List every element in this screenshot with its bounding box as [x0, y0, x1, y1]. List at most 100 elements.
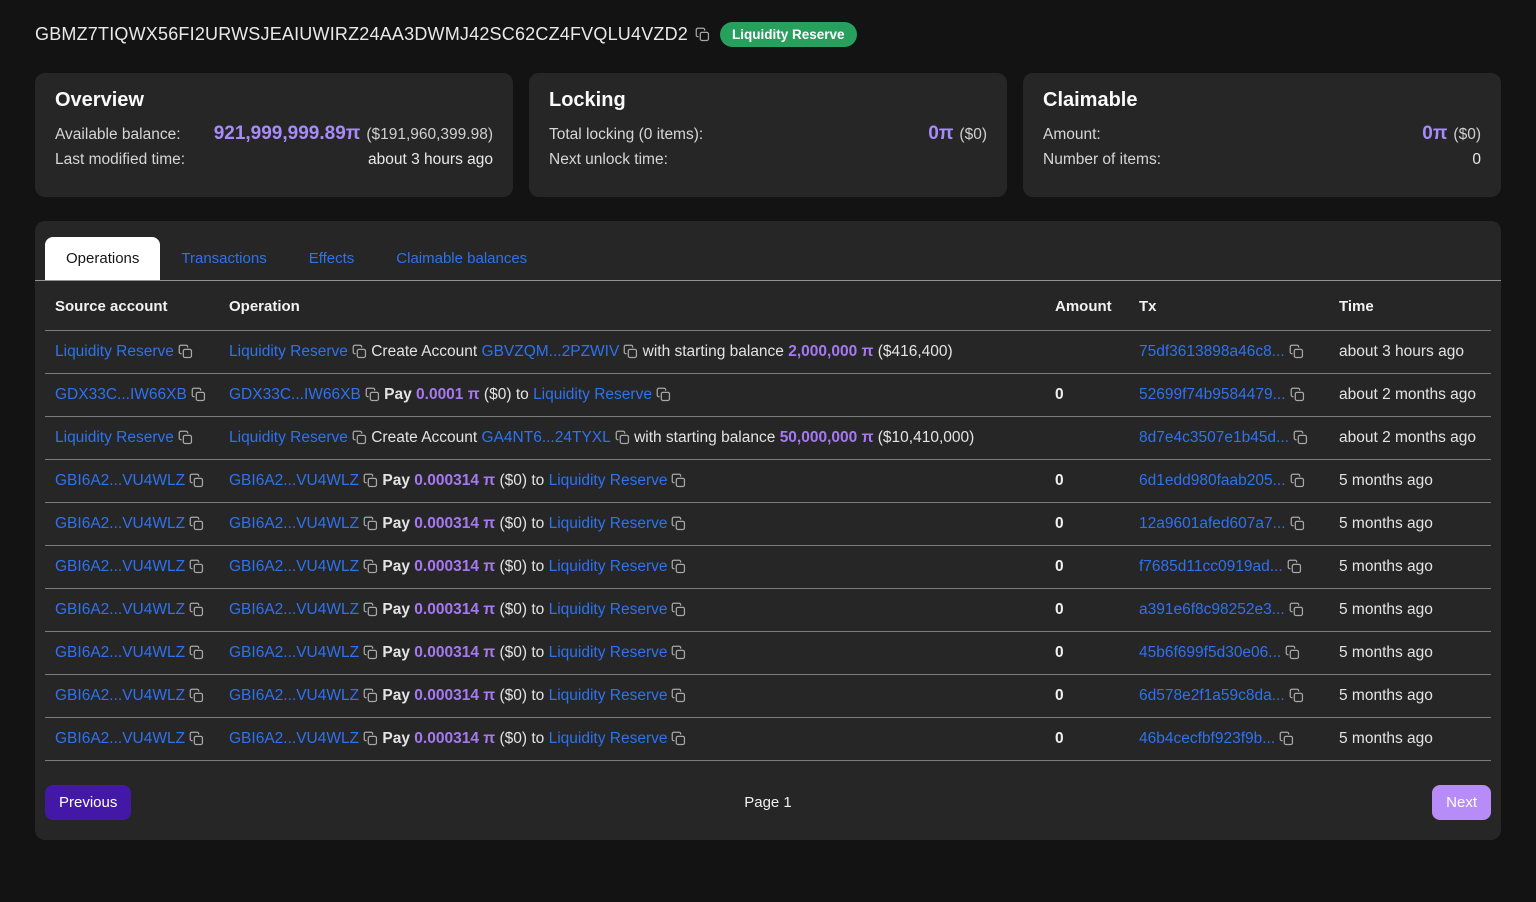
copy-icon[interactable] — [365, 387, 380, 402]
account-link[interactable]: Liquidity Reserve — [229, 429, 348, 446]
account-link[interactable]: GBI6A2...VU4WLZ — [229, 644, 359, 661]
copy-account-id-icon[interactable] — [695, 27, 710, 42]
account-link[interactable]: Liquidity Reserve — [549, 687, 668, 704]
copy-icon[interactable] — [615, 430, 630, 445]
copy-icon[interactable] — [189, 473, 204, 488]
time-cell: 5 months ago — [1329, 589, 1491, 632]
account-link[interactable]: Liquidity Reserve — [549, 515, 668, 532]
copy-icon[interactable] — [178, 430, 193, 445]
available-balance-row: Available balance: 921,999,999.89π($191,… — [55, 123, 493, 151]
copy-icon[interactable] — [178, 344, 193, 359]
copy-icon[interactable] — [352, 344, 367, 359]
account-link[interactable]: GBI6A2...VU4WLZ — [229, 687, 359, 704]
copy-icon[interactable] — [191, 387, 206, 402]
account-link[interactable]: GBI6A2...VU4WLZ — [229, 472, 359, 489]
copy-icon[interactable] — [1290, 387, 1305, 402]
account-link[interactable]: GDX33C...IW66XB — [229, 386, 361, 403]
tx-link[interactable]: 52699f74b9584479... — [1139, 386, 1286, 403]
tab-transactions[interactable]: Transactions — [160, 237, 287, 280]
account-link[interactable]: GBI6A2...VU4WLZ — [229, 558, 359, 575]
operations-panel: Operations Transactions Effects Claimabl… — [35, 221, 1501, 840]
amount-cell: 0 — [1045, 675, 1129, 718]
account-link[interactable]: Liquidity Reserve — [549, 558, 668, 575]
operation-verb: Pay — [382, 558, 410, 575]
account-link[interactable]: Liquidity Reserve — [229, 343, 348, 360]
account-link[interactable]: Liquidity Reserve — [549, 730, 668, 747]
tx-link[interactable]: 75df3613898a46c8... — [1139, 343, 1285, 360]
copy-icon[interactable] — [1290, 516, 1305, 531]
source-account-link[interactable]: Liquidity Reserve — [55, 343, 174, 360]
tab-claimable-balances[interactable]: Claimable balances — [375, 237, 548, 280]
account-link[interactable]: Liquidity Reserve — [549, 472, 668, 489]
table-row: GBI6A2...VU4WLZGBI6A2...VU4WLZ Pay 0.000… — [45, 589, 1491, 632]
next-button[interactable]: Next — [1432, 785, 1491, 820]
tx-link[interactable]: 8d7e4c3507e1b45d... — [1139, 429, 1289, 446]
copy-icon[interactable] — [1289, 688, 1304, 703]
account-link[interactable]: Liquidity Reserve — [549, 601, 668, 618]
source-account-link[interactable]: GBI6A2...VU4WLZ — [55, 644, 185, 661]
copy-icon[interactable] — [189, 645, 204, 660]
account-link[interactable]: GBI6A2...VU4WLZ — [229, 730, 359, 747]
copy-icon[interactable] — [363, 602, 378, 617]
tx-link[interactable]: 6d578e2f1a59c8da... — [1139, 687, 1285, 704]
copy-icon[interactable] — [363, 645, 378, 660]
copy-icon[interactable] — [1279, 731, 1294, 746]
copy-icon[interactable] — [363, 473, 378, 488]
copy-icon[interactable] — [363, 516, 378, 531]
copy-icon[interactable] — [671, 731, 686, 746]
copy-icon[interactable] — [656, 387, 671, 402]
tx-link[interactable]: 46b4cecfbf923f9b... — [1139, 730, 1275, 747]
copy-icon[interactable] — [671, 688, 686, 703]
copy-icon[interactable] — [352, 430, 367, 445]
time-cell: 5 months ago — [1329, 503, 1491, 546]
operation-cell: GBI6A2...VU4WLZ Pay 0.000314 π ($0) to L… — [219, 460, 1045, 503]
copy-icon[interactable] — [189, 688, 204, 703]
copy-icon[interactable] — [189, 602, 204, 617]
tx-link[interactable]: 6d1edd980faab205... — [1139, 472, 1286, 489]
source-account-link[interactable]: GBI6A2...VU4WLZ — [55, 730, 185, 747]
copy-icon[interactable] — [189, 516, 204, 531]
copy-icon[interactable] — [1290, 473, 1305, 488]
previous-button[interactable]: Previous — [45, 785, 131, 820]
account-link[interactable]: GBVZQM...2PZWIV — [482, 343, 620, 360]
source-account-link[interactable]: GBI6A2...VU4WLZ — [55, 687, 185, 704]
account-link[interactable]: Liquidity Reserve — [549, 644, 668, 661]
operation-amount: 0.000314 π — [414, 730, 495, 747]
tx-link[interactable]: a391e6f8c98252e3... — [1139, 601, 1285, 618]
copy-icon[interactable] — [189, 731, 204, 746]
copy-icon[interactable] — [363, 688, 378, 703]
table-header-row: Source account Operation Amount Tx Time — [45, 281, 1491, 331]
copy-icon[interactable] — [1285, 645, 1300, 660]
source-account-link[interactable]: Liquidity Reserve — [55, 429, 174, 446]
copy-icon[interactable] — [623, 344, 638, 359]
source-account-link[interactable]: GBI6A2...VU4WLZ — [55, 601, 185, 618]
copy-icon[interactable] — [189, 559, 204, 574]
copy-icon[interactable] — [671, 473, 686, 488]
copy-icon[interactable] — [363, 731, 378, 746]
tx-link[interactable]: 45b6f699f5d30e06... — [1139, 644, 1281, 661]
tx-link[interactable]: f7685d11cc0919ad... — [1139, 558, 1283, 575]
operation-verb: Pay — [382, 472, 410, 489]
source-account-link[interactable]: GBI6A2...VU4WLZ — [55, 515, 185, 532]
tab-operations[interactable]: Operations — [45, 237, 160, 280]
account-link[interactable]: GBI6A2...VU4WLZ — [229, 601, 359, 618]
copy-icon[interactable] — [1293, 430, 1308, 445]
tx-link[interactable]: 12a9601afed607a7... — [1139, 515, 1286, 532]
copy-icon[interactable] — [1287, 559, 1302, 574]
account-link[interactable]: GBI6A2...VU4WLZ — [229, 515, 359, 532]
time-cell: 5 months ago — [1329, 546, 1491, 589]
source-account-link[interactable]: GDX33C...IW66XB — [55, 386, 187, 403]
source-account-link[interactable]: GBI6A2...VU4WLZ — [55, 558, 185, 575]
copy-icon[interactable] — [671, 645, 686, 660]
account-link[interactable]: Liquidity Reserve — [533, 386, 652, 403]
source-account-cell: GBI6A2...VU4WLZ — [45, 589, 219, 632]
copy-icon[interactable] — [1289, 344, 1304, 359]
copy-icon[interactable] — [671, 516, 686, 531]
account-link[interactable]: GA4NT6...24TYXL — [482, 429, 611, 446]
copy-icon[interactable] — [363, 559, 378, 574]
copy-icon[interactable] — [671, 602, 686, 617]
tab-effects[interactable]: Effects — [288, 237, 376, 280]
copy-icon[interactable] — [1289, 602, 1304, 617]
copy-icon[interactable] — [671, 559, 686, 574]
source-account-link[interactable]: GBI6A2...VU4WLZ — [55, 472, 185, 489]
